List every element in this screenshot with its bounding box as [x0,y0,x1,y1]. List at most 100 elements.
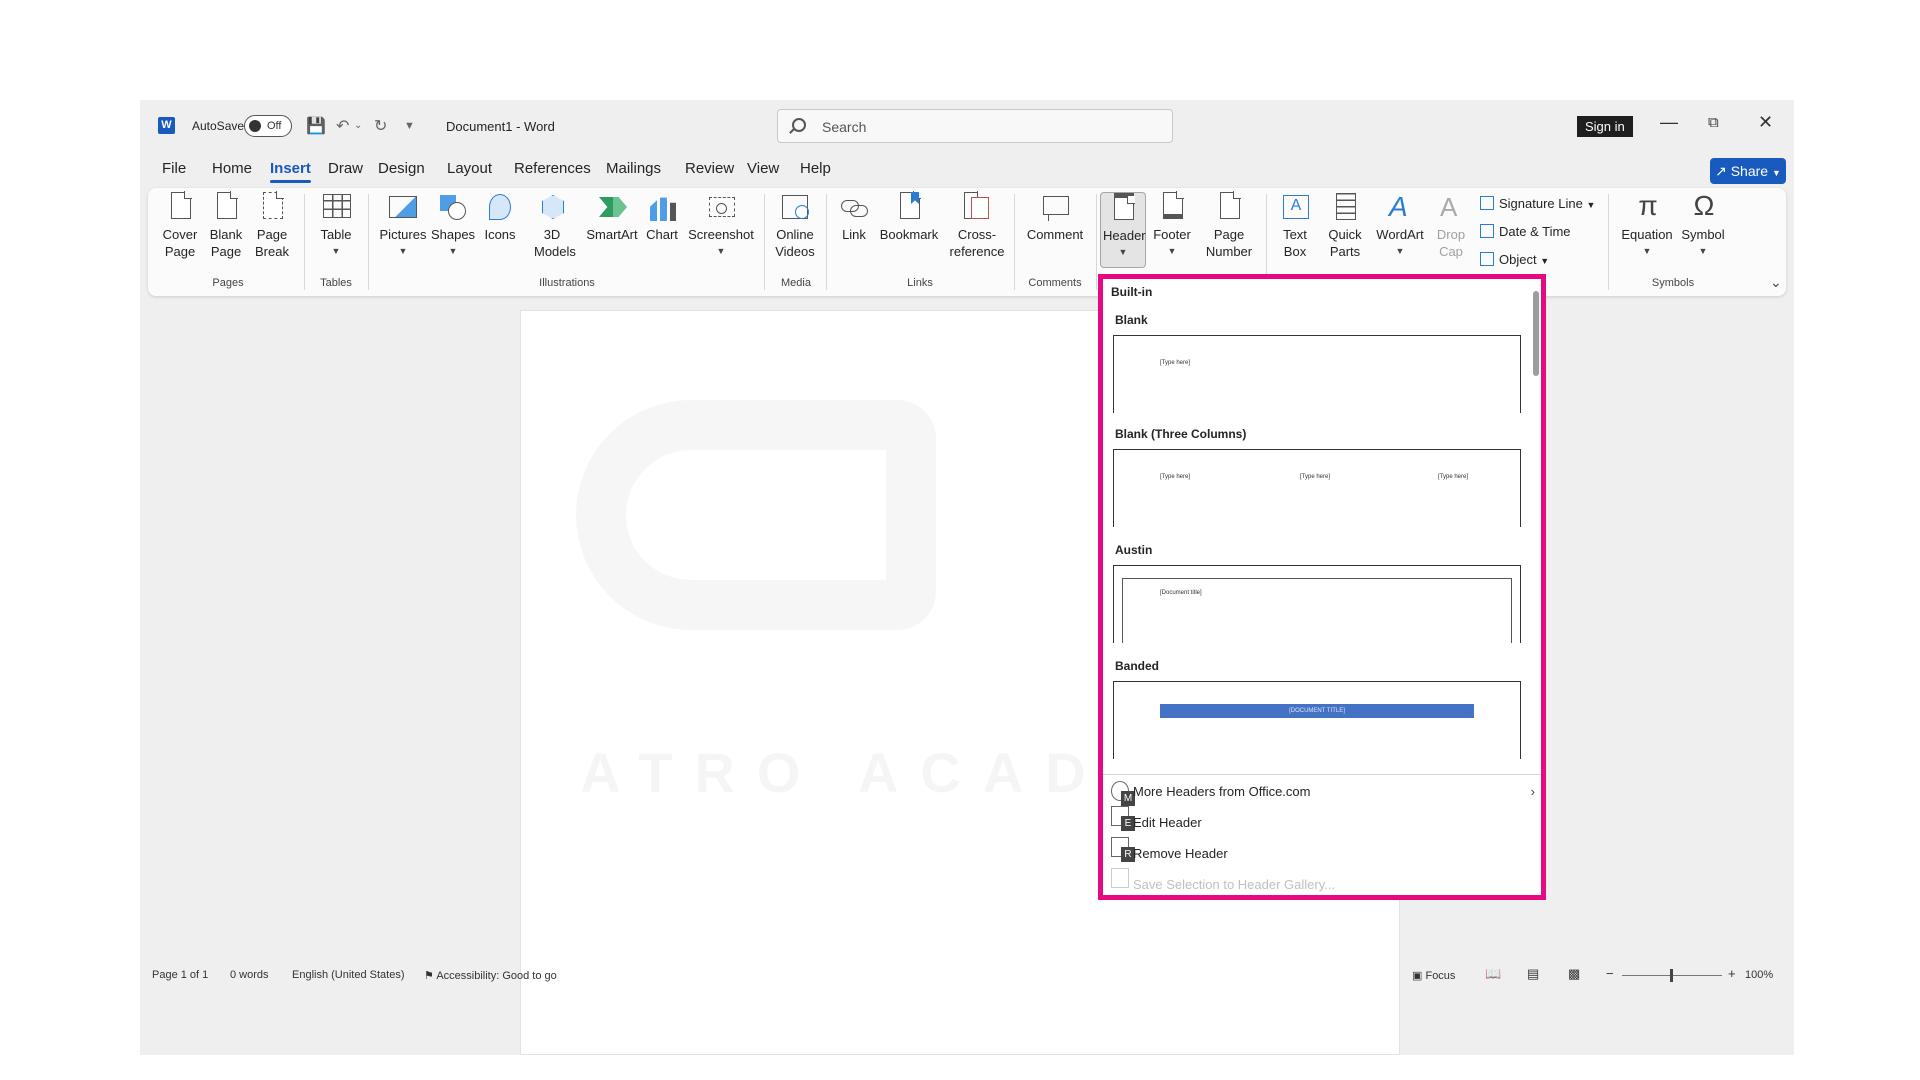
header-button[interactable]: Header ▼ [1100,192,1146,268]
gallery-item-blank[interactable]: [Type here] [1113,335,1521,413]
chart-button[interactable]: Chart [642,192,682,243]
footer-button[interactable]: Footer ▼ [1150,191,1194,260]
tab-design[interactable]: Design [378,160,425,177]
footer-icon [1157,191,1187,222]
wordart-button[interactable]: A WordArt ▼ [1372,192,1428,260]
chevron-down-icon: ▼ [1167,246,1177,256]
title-bar: W AutoSave Off 💾 ↶ ⌄ ↻ ▼ Document1 - Wor… [140,100,1794,152]
accessibility-status[interactable]: ⚑ Accessibility: Good to go [424,969,557,982]
icons-icon [485,192,515,222]
edit-header-menu-item[interactable]: Edit Header [1133,815,1202,830]
zoom-out-icon[interactable]: − [1606,966,1614,981]
date-time-button[interactable]: Date & Time [1480,224,1571,239]
object-button[interactable]: Object ▼ [1480,252,1549,267]
date-time-label: Date & Time [1499,224,1571,239]
autosave-label: AutoSave [192,119,245,133]
restore-icon[interactable]: ⧉ [1708,114,1719,131]
screenshot-button[interactable]: Screenshot ▼ [686,192,756,260]
remove-header-menu-item[interactable]: Remove Header [1133,846,1228,861]
customize-qat-icon[interactable]: ▼ [404,120,415,132]
shapes-button[interactable]: Shapes ▼ [430,192,476,260]
cover-page-button[interactable]: Cover Page [158,191,202,260]
redo-icon[interactable]: ↻ [374,116,387,136]
table-button[interactable]: Table ▼ [314,192,358,260]
tab-insert[interactable]: Insert [270,160,311,183]
tab-view[interactable]: View [747,160,779,177]
zoom-slider-thumb[interactable] [1670,969,1673,982]
undo-dropdown-icon[interactable]: ⌄ [354,120,362,131]
share-button[interactable]: ↗ Share ▼ [1710,158,1786,184]
symbol-button[interactable]: Ω Symbol ▼ [1678,191,1728,260]
undo-icon[interactable]: ↶ [336,116,349,136]
minimize-icon[interactable]: — [1660,112,1678,133]
print-layout-icon[interactable]: ▤ [1527,966,1539,982]
tab-references[interactable]: References [514,160,591,177]
read-mode-icon[interactable]: 📖 [1485,966,1501,982]
zoom-in-icon[interactable]: + [1728,966,1736,981]
tab-draw[interactable]: Draw [328,160,363,177]
scrollbar-thumb[interactable] [1533,291,1539,376]
tab-review[interactable]: Review [685,160,734,177]
page-break-button[interactable]: Page Break [252,191,292,260]
collapse-ribbon-icon[interactable]: ⌄ [1770,274,1782,291]
group-label-links: Links [907,277,933,289]
page-number-icon [1214,191,1244,222]
gallery-scrollbar[interactable] [1533,281,1539,771]
sign-in-button[interactable]: Sign in [1577,116,1633,137]
drop-cap-button[interactable]: A Drop Cap [1430,192,1472,260]
separator [764,194,765,290]
more-headers-menu-item[interactable]: More Headers from Office.com [1133,784,1310,799]
zoom-level[interactable]: 100% [1745,969,1773,981]
word-count[interactable]: 0 words [230,969,269,981]
comment-label: Comment [1026,227,1084,242]
comment-button[interactable]: Comment [1022,192,1088,243]
page-count[interactable]: Page 1 of 1 [152,969,208,981]
quick-parts-button[interactable]: Quick Parts [1322,192,1368,260]
tab-home[interactable]: Home [212,160,252,177]
blank-page-button[interactable]: Blank Page [206,191,246,260]
link-button[interactable]: Link [834,192,874,243]
calendar-icon [1480,224,1494,238]
bookmark-button[interactable]: Bookmark [878,191,940,243]
chevron-down-icon: ▼ [398,246,408,256]
gallery-divider [1103,774,1541,775]
separator [826,194,827,290]
text-box-button[interactable]: A Text Box [1272,192,1318,260]
chevron-down-icon: ▼ [1395,246,1405,256]
tab-help[interactable]: Help [800,160,831,177]
smartart-icon [597,192,627,222]
autosave-toggle[interactable]: Off [244,115,292,137]
equation-button[interactable]: π Equation ▼ [1618,191,1676,260]
autosave-state: Off [267,120,282,132]
quick-parts-label: Quick Parts [1328,227,1362,259]
tab-file[interactable]: File [162,160,186,177]
chevron-down-icon: ▼ [716,246,726,256]
save-icon[interactable]: 💾 [306,116,326,136]
3d-models-button[interactable]: 3D Models [526,192,578,260]
tab-layout[interactable]: Layout [447,160,492,177]
object-icon [1480,252,1494,266]
web-layout-icon[interactable]: ▩ [1568,966,1580,982]
gallery-item-blank-three-columns[interactable]: [Type here] [Type here] [Type here] [1113,449,1521,527]
chevron-down-icon: ▼ [331,246,341,256]
online-videos-button[interactable]: Online Videos [770,192,820,260]
group-label-comments: Comments [1028,277,1082,289]
signature-line-label: Signature Line [1499,196,1583,211]
tab-mailings[interactable]: Mailings [606,160,661,177]
gallery-item-austin[interactable]: [Document title] [1113,565,1521,643]
page-number-label: Page Number [1205,227,1253,259]
close-icon[interactable]: ✕ [1758,112,1773,133]
chevron-down-icon: ▼ [1642,246,1652,256]
page-number-button[interactable]: Page Number [1198,191,1260,260]
signature-line-button[interactable]: Signature Line ▼ [1480,196,1595,211]
icons-button[interactable]: Icons [480,192,520,243]
cross-reference-button[interactable]: Cross-reference [944,191,1010,260]
language[interactable]: English (United States) [292,969,405,981]
drop-cap-icon: A [1440,192,1458,222]
gallery-item-banded[interactable]: [DOCUMENT TITLE] [1113,681,1521,759]
focus-button[interactable]: ▣ Focus [1412,969,1455,982]
search-box[interactable]: Search [777,109,1173,143]
smartart-button[interactable]: SmartArt [584,192,640,243]
pictures-button[interactable]: Pictures ▼ [378,192,428,260]
placeholder-text: [Document title] [1160,590,1202,596]
